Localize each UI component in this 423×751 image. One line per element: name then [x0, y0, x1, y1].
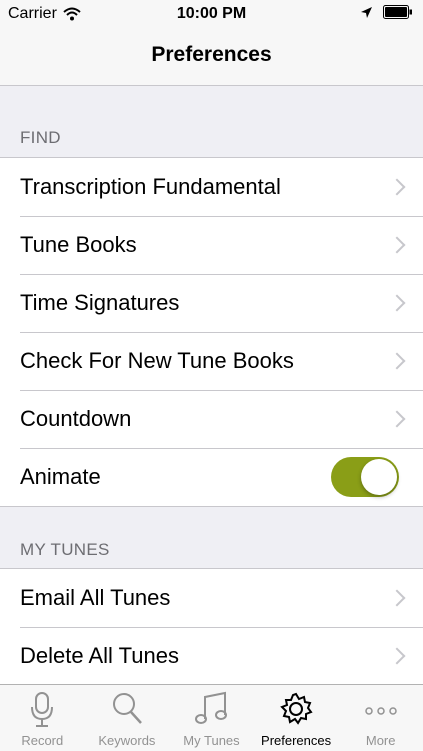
gear-icon — [280, 692, 313, 725]
row-countdown[interactable]: Countdown — [0, 390, 423, 448]
tab-bar: Record Keywords My Tunes Preferences Mor… — [0, 684, 423, 751]
tab-label: Preferences — [261, 733, 332, 748]
location-icon — [361, 6, 372, 18]
tab-label: My Tunes — [183, 733, 240, 748]
row-animate: Animate — [0, 448, 423, 506]
row-email-all-tunes[interactable]: Email All Tunes — [0, 569, 423, 627]
row-check-for-new-tune-books[interactable]: Check For New Tune Books — [0, 332, 423, 390]
chevron-right-icon — [388, 236, 406, 254]
row-label: Check For New Tune Books — [20, 348, 294, 373]
row-transcription-fundamental[interactable]: Transcription Fundamental — [0, 158, 423, 216]
tab-more[interactable]: More — [338, 685, 423, 751]
section-header-find: FIND — [20, 128, 61, 147]
row-label: Transcription Fundamental — [20, 174, 281, 199]
chevron-right-icon — [388, 647, 406, 665]
chevron-right-icon — [388, 294, 406, 312]
find-group: Transcription Fundamental Tune Books Tim… — [0, 157, 423, 507]
row-label: Animate — [20, 464, 101, 489]
row-time-signatures[interactable]: Time Signatures — [0, 274, 423, 332]
chevron-right-icon — [388, 410, 406, 428]
more-icon — [364, 707, 397, 715]
chevron-right-icon — [388, 178, 406, 196]
row-label: Delete All Tunes — [20, 643, 179, 668]
microphone-icon — [31, 692, 54, 727]
animate-toggle[interactable] — [331, 457, 399, 497]
tab-preferences[interactable]: Preferences — [254, 685, 339, 751]
row-label: Countdown — [20, 406, 132, 431]
chevron-right-icon — [388, 589, 406, 607]
tab-label: More — [365, 733, 396, 748]
search-icon — [112, 693, 142, 724]
section-header-my-tunes: MY TUNES — [20, 540, 110, 559]
battery-icon — [383, 5, 412, 19]
tab-record[interactable]: Record — [0, 685, 85, 751]
tab-label: Keywords — [98, 733, 156, 748]
row-label: Email All Tunes — [20, 585, 171, 610]
chevron-right-icon — [388, 352, 406, 370]
tab-label: Record — [21, 733, 64, 748]
row-label: Tune Books — [20, 232, 137, 257]
row-tune-books[interactable]: Tune Books — [0, 216, 423, 274]
status-bar: Carrier 10:00 PM — [0, 0, 423, 28]
music-note-icon — [195, 691, 228, 724]
row-delete-all-tunes[interactable]: Delete All Tunes — [0, 627, 423, 685]
page-title: Preferences — [151, 43, 272, 66]
tab-keywords[interactable]: Keywords — [85, 685, 170, 751]
row-label: Time Signatures — [20, 290, 180, 315]
navigation-bar: Preferences — [0, 28, 423, 86]
tab-my-tunes[interactable]: My Tunes — [169, 685, 254, 751]
toggle-knob — [361, 459, 397, 495]
my-tunes-group: Email All Tunes Delete All Tunes — [0, 568, 423, 686]
status-right — [360, 5, 413, 19]
